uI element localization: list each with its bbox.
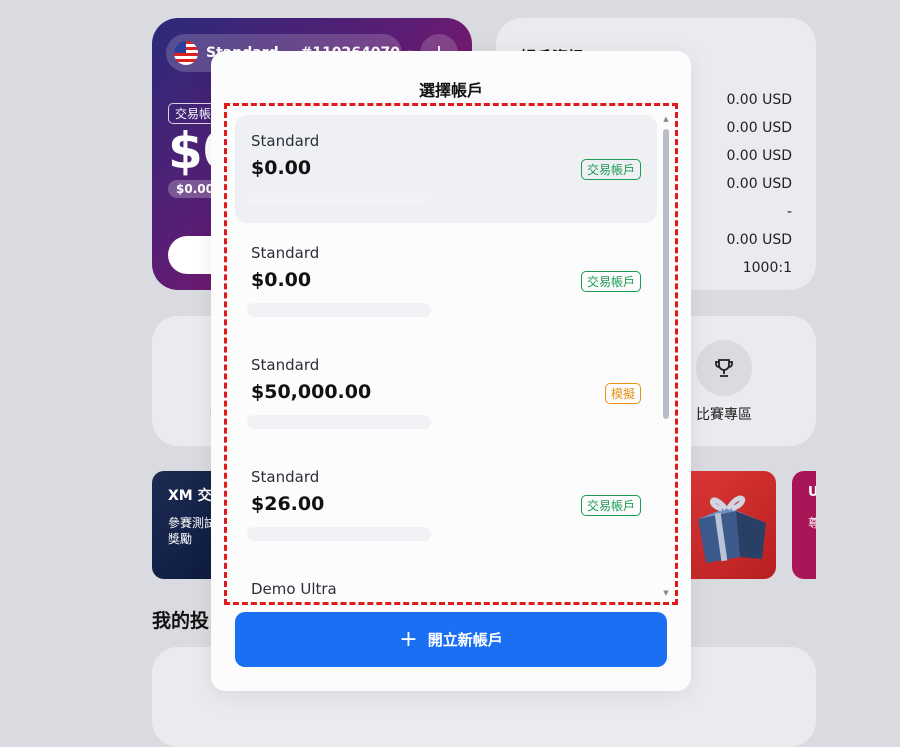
select-account-modal: 選擇帳戶 Standard $0.00 交易帳戶 Standard $0.00 … [211,51,691,691]
scroll-up-icon[interactable]: ▲ [662,115,670,123]
account-list-item[interactable]: Standard $0.00 交易帳戶 [235,115,657,223]
gift-box-icon [698,495,766,563]
account-list-item[interactable]: Standard $0.00 交易帳戶 [235,227,657,335]
account-badge: 模擬 [604,383,641,404]
scrollbar-thumb[interactable] [663,129,669,419]
account-balance: $0.00 [251,157,312,179]
info-value: 0.00 USD [726,232,792,248]
account-balance: $0.00 [251,269,312,291]
placeholder-bar [247,191,431,205]
competition-button[interactable] [696,340,752,396]
info-value: - [786,204,792,220]
open-new-account-label: 開立新帳戶 [427,631,503,649]
modal-title: 選擇帳戶 [418,81,483,100]
open-new-account-button[interactable]: + 開立新帳戶 [235,612,667,667]
promo-partial-sub: 尊 [808,516,816,530]
account-badge: 交易帳戶 [580,159,641,180]
promo-partial-title: U [808,485,816,500]
account-name: Demo Ultra [251,580,337,597]
promo-card-partial[interactable]: U 尊 [792,471,816,579]
account-name: Standard [251,132,320,150]
plus-icon: + [399,627,418,652]
account-list-item[interactable]: Demo Ultra [235,563,657,597]
account-list-item[interactable]: Standard $50,000.00 模擬 [235,339,657,447]
account-balance: $26.00 [251,493,325,515]
info-value: 1000:1 [742,260,792,276]
account-name: Standard [251,356,320,374]
account-name: Standard [251,468,320,486]
placeholder-bar [247,415,431,429]
info-value: 0.00 USD [726,148,792,164]
info-value: 0.00 USD [726,92,792,108]
section-title: 我的投 [152,610,210,632]
account-name: Standard [251,244,320,262]
promo-subtitle-line: 獎勵 [168,532,193,546]
placeholder-bar [247,527,431,541]
scrollbar[interactable]: ▲ ▼ [662,115,670,597]
scroll-down-icon[interactable]: ▼ [662,589,670,597]
account-list[interactable]: Standard $0.00 交易帳戶 Standard $0.00 交易帳戶 … [235,115,657,597]
account-badge: 交易帳戶 [580,271,641,292]
placeholder-bar [247,303,431,317]
promo-subtitle: 參賽測試 獎勵 [168,515,216,547]
account-badge: 交易帳戶 [580,495,641,516]
us-flag-icon [174,41,198,65]
competition-label: 比賽專區 [696,407,752,423]
trophy-icon [715,359,733,377]
account-list-item[interactable]: Standard $26.00 交易帳戶 [235,451,657,559]
info-value: 0.00 USD [726,120,792,136]
info-value: 0.00 USD [726,176,792,192]
account-balance: $50,000.00 [251,381,372,403]
promo-subtitle-line: 參賽測試 [168,516,217,530]
info-values: 0.00 USD 0.00 USD 0.00 USD 0.00 USD - 0.… [726,92,792,288]
